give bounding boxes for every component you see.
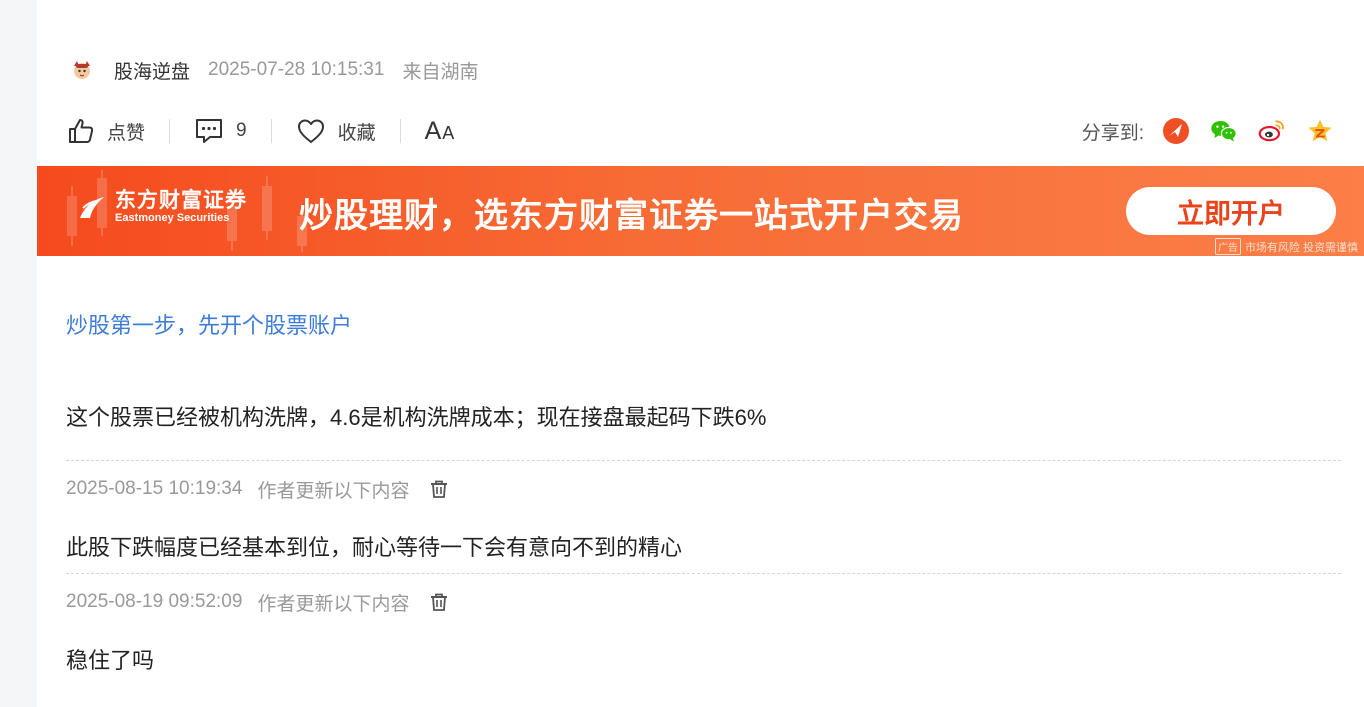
- trash-icon[interactable]: [429, 592, 449, 612]
- banner-slogan: 炒股理财，选东方财富证券一站式开户交易: [299, 197, 964, 235]
- share-bar: 分享到:: [1082, 114, 1334, 148]
- comment-button[interactable]: 9: [194, 117, 247, 145]
- divider: [169, 119, 171, 143]
- action-bar: 点赞 9 收藏 A A: [67, 114, 454, 148]
- update-meta: 2025-08-15 10:19:34 作者更新以下内容: [66, 476, 1341, 502]
- divider: [270, 119, 272, 143]
- risk-warning: 市场有风险 投资需谨慎: [1244, 241, 1358, 254]
- comment-count: 9: [236, 120, 247, 141]
- comment-icon: [194, 117, 224, 145]
- like-label: 点赞: [107, 122, 146, 144]
- open-account-button[interactable]: 立即开户: [1126, 187, 1336, 235]
- author-row: 股海逆盘 2025-07-28 10:15:31 来自湖南: [70, 56, 478, 84]
- eastmoney-logo-icon: [80, 196, 104, 218]
- wechat-icon[interactable]: [1210, 117, 1238, 145]
- divider: [399, 119, 401, 143]
- post-container: 股海逆盘 2025-07-28 10:15:31 来自湖南 点赞 9 收藏 A …: [37, 0, 1364, 707]
- ad-banner[interactable]: 东方财富证券 Eastmoney Securities 炒股理财，选东方财富证券…: [37, 166, 1364, 256]
- favorite-label: 收藏: [337, 122, 376, 144]
- trash-icon[interactable]: [429, 479, 449, 499]
- like-button[interactable]: 点赞: [67, 117, 145, 145]
- thumbs-up-icon: [67, 117, 95, 145]
- left-gutter: [0, 0, 37, 707]
- update-text: 稳住了吗: [66, 648, 155, 673]
- post-body: 这个股票已经被机构洗牌，4.6是机构洗牌成本；现在接盘最起码下跌6%: [66, 405, 767, 430]
- update-label: 作者更新以下内容: [257, 593, 410, 615]
- post-location: 来自湖南: [402, 61, 479, 83]
- heart-icon: [296, 117, 326, 145]
- author-update: 2025-08-15 10:19:34 作者更新以下内容 此股下跌幅度已经基本到…: [66, 460, 1341, 562]
- ad-tag: 广告: [1214, 238, 1241, 255]
- author-name[interactable]: 股海逆盘: [114, 57, 190, 84]
- update-label: 作者更新以下内容: [257, 480, 410, 502]
- font-size-small-glyph: A: [442, 122, 455, 143]
- favorite-button[interactable]: 收藏: [296, 117, 376, 145]
- brand-name-cn: 东方财富证券: [115, 187, 247, 212]
- update-text: 此股下跌幅度已经基本到位，耐心等待一下会有意向不到的精心: [66, 535, 683, 560]
- toutiao-icon[interactable]: [1162, 117, 1190, 145]
- ad-disclaimer: 广告 市场有风险 投资需谨慎: [1214, 238, 1358, 255]
- brand-name-en: Eastmoney Securities: [115, 212, 230, 224]
- update-time: 2025-08-19 09:52:09: [66, 591, 243, 612]
- post-time: 2025-07-28 10:15:31: [208, 59, 385, 80]
- open-account-link[interactable]: 炒股第一步，先开个股票账户: [66, 308, 352, 340]
- update-meta: 2025-08-19 09:52:09 作者更新以下内容: [66, 589, 1341, 615]
- share-label: 分享到:: [1081, 122, 1144, 144]
- avatar[interactable]: [70, 58, 94, 82]
- font-size-large-glyph: A: [424, 116, 442, 145]
- author-update: 2025-08-19 09:52:09 作者更新以下内容 稳住了吗: [66, 573, 1341, 675]
- weibo-icon[interactable]: [1258, 117, 1286, 145]
- brand-logo: 东方财富证券 Eastmoney Securities: [77, 188, 247, 225]
- qzone-icon[interactable]: [1306, 117, 1334, 145]
- font-size-button[interactable]: A A: [425, 117, 455, 146]
- update-time: 2025-08-15 10:19:34: [66, 478, 243, 499]
